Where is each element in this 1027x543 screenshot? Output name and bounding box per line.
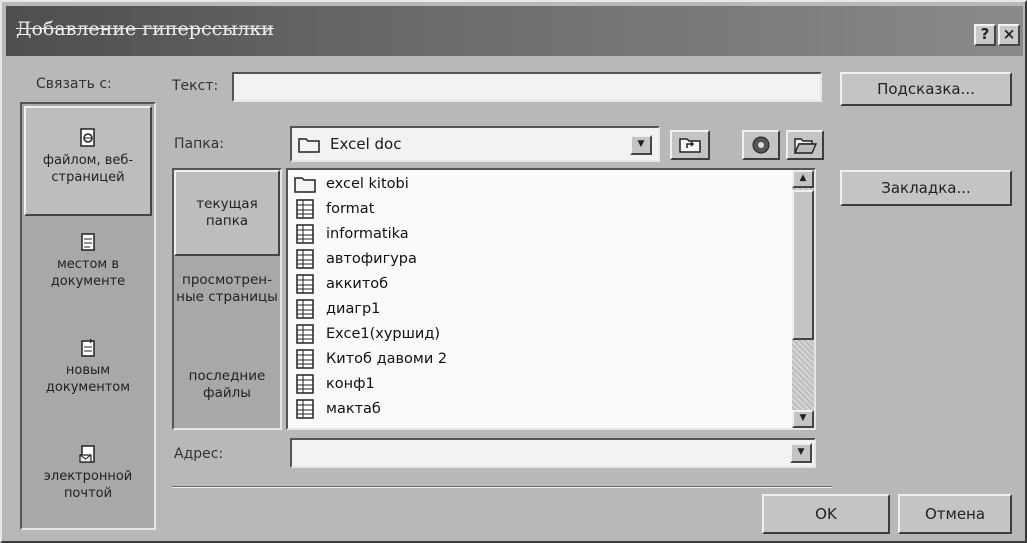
list-item[interactable]: диагр1 xyxy=(292,297,792,321)
file-name: excel kitobi xyxy=(326,176,409,192)
folder-icon xyxy=(294,177,316,193)
file-list[interactable]: excel kitobi format informatika автофигу… xyxy=(286,168,816,430)
file-name: автофигура xyxy=(326,251,417,267)
dialog-title: Добавление гиперссылки xyxy=(16,18,274,40)
look-in-panel: текущая папка просмотрен-ные страницы по… xyxy=(172,168,282,430)
file-name: Китоб давоми 2 xyxy=(326,351,448,367)
list-item[interactable]: мактаб xyxy=(292,397,792,421)
file-name: Exce1(хуршид) xyxy=(326,326,441,342)
excel-file-icon xyxy=(296,224,314,244)
text-label: Текст: xyxy=(172,78,219,94)
address-dropdown-arrow-icon[interactable]: ▼ xyxy=(790,443,812,463)
list-item[interactable]: автофигура xyxy=(292,247,792,271)
open-folder-icon xyxy=(793,138,818,154)
bookmark-button[interactable]: Закладка... xyxy=(840,170,1012,206)
folder-value: Excel doc xyxy=(330,135,402,153)
list-item[interactable]: конф1 xyxy=(292,372,792,396)
list-item[interactable]: informatika xyxy=(292,222,792,246)
list-item[interactable]: Exce1(хуршид) xyxy=(292,322,792,346)
link-to-existing-file-label: файлом, веб-страницей xyxy=(42,153,134,185)
list-item[interactable]: format xyxy=(292,197,792,221)
address-input[interactable]: ▼ xyxy=(290,438,816,468)
excel-file-icon xyxy=(296,374,314,394)
email-icon xyxy=(79,445,95,463)
title-bar: Добавление гиперссылки ? × xyxy=(6,6,1023,56)
folder-combobox[interactable]: Excel doc ▼ xyxy=(290,126,660,162)
current-folder-tab[interactable]: текущая папка xyxy=(174,170,280,256)
separator xyxy=(172,486,832,488)
link-to-panel: файлом, веб-страницей местом в документе… xyxy=(20,102,156,530)
file-name: конф1 xyxy=(326,376,375,392)
file-name: informatika xyxy=(326,226,409,242)
browse-web-button[interactable] xyxy=(742,130,780,160)
scroll-down-arrow-icon[interactable]: ▼ xyxy=(792,410,814,428)
file-name: format xyxy=(326,201,375,217)
close-button[interactable]: × xyxy=(998,24,1020,46)
list-item[interactable]: excel kitobi xyxy=(292,172,792,196)
file-name: диагр1 xyxy=(326,301,381,317)
link-to-email[interactable]: электронной почтой xyxy=(24,438,152,526)
link-to-new-document[interactable]: новым документом xyxy=(24,330,152,420)
list-item[interactable]: аккитоб xyxy=(292,272,792,296)
web-page-icon xyxy=(80,128,95,147)
folder-dropdown-arrow-icon[interactable]: ▼ xyxy=(630,135,652,155)
excel-file-icon xyxy=(296,299,314,319)
help-button[interactable]: ? xyxy=(974,24,996,46)
excel-file-icon xyxy=(296,199,314,219)
document-place-icon xyxy=(81,233,95,251)
link-to-place-in-document[interactable]: местом в документе xyxy=(24,224,152,314)
ok-button[interactable]: OK xyxy=(762,494,890,534)
scroll-thumb[interactable] xyxy=(792,190,814,340)
link-to-email-label: электронной почтой xyxy=(43,469,133,501)
file-name: мактаб xyxy=(326,401,381,417)
address-label: Адрес: xyxy=(174,446,224,462)
list-item[interactable]: Китоб давоми 2 xyxy=(292,347,792,371)
recent-files-tab[interactable]: последние файлы xyxy=(174,356,280,426)
link-to-place-label: местом в документе xyxy=(50,257,126,289)
cancel-button[interactable]: Отмена xyxy=(898,494,1012,534)
browse-file-button[interactable] xyxy=(786,130,824,160)
scroll-up-arrow-icon[interactable]: ▲ xyxy=(792,170,814,188)
up-one-folder-button[interactable] xyxy=(670,130,710,160)
excel-file-icon xyxy=(296,249,314,269)
folder-up-icon xyxy=(679,138,701,153)
link-to-existing-file[interactable]: файлом, веб-страницей xyxy=(24,106,152,216)
file-name: аккитоб xyxy=(326,276,389,292)
new-document-icon xyxy=(81,338,95,357)
text-input[interactable] xyxy=(232,72,822,102)
link-to-label: Связать с: xyxy=(36,76,112,92)
excel-file-icon xyxy=(296,399,314,419)
excel-file-icon xyxy=(296,324,314,344)
excel-file-icon xyxy=(296,274,314,294)
file-list-scrollbar[interactable]: ▲ ▼ xyxy=(792,170,814,428)
link-to-new-document-label: новым документом xyxy=(45,363,131,395)
screentip-button[interactable]: Подсказка... xyxy=(840,72,1012,106)
insert-hyperlink-dialog: Добавление гиперссылки ? × Связать с: фа… xyxy=(0,0,1027,543)
folder-icon xyxy=(298,138,320,153)
folder-label: Папка: xyxy=(174,136,225,152)
browsed-pages-tab[interactable]: просмотрен-ные страницы xyxy=(174,264,280,344)
excel-file-icon xyxy=(296,349,314,369)
globe-icon xyxy=(752,136,770,154)
